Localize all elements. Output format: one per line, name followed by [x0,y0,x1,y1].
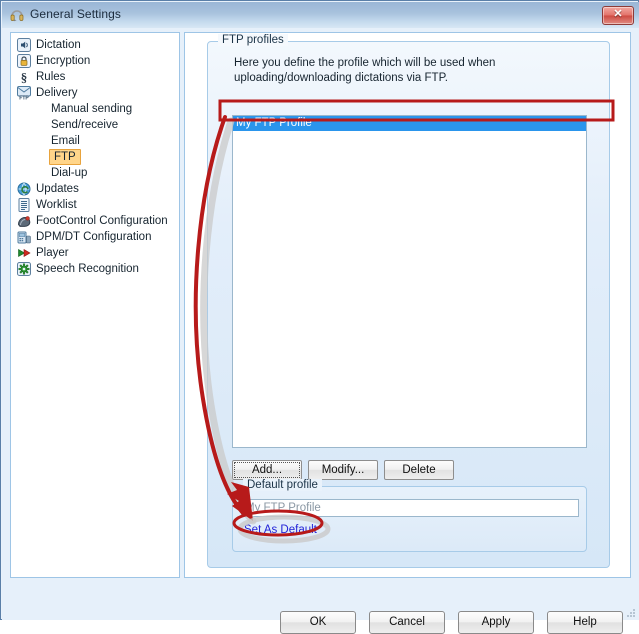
sidebar-item-label: FTP [49,149,81,165]
ok-button[interactable]: OK [280,611,356,634]
globe-refresh-icon [17,182,31,196]
sidebar-item-label: Delivery [36,87,78,99]
window-title: General Settings [30,7,121,21]
profile-list[interactable]: My FTP Profile [232,115,587,448]
sidebar-item-player[interactable]: Player [11,245,179,261]
help-button[interactable]: Help [547,611,623,634]
add-button[interactable]: Add... [232,460,302,480]
content-panel: FTP profiles Here you define the profile… [184,32,631,578]
sidebar-item-label: Updates [36,183,79,195]
sidebar-item-label: Encryption [36,55,91,67]
list-document-icon [17,198,31,212]
sidebar-item-label: FootControl Configuration [36,215,168,227]
settings-tree[interactable]: Dictation Encryption § Rules FTP Delivery Manu… [10,32,180,578]
sidebar-item-footcontrol-configuration[interactable]: FootControl Configuration [11,213,179,229]
padlock-icon [17,54,31,68]
add-button-label: Add... [251,464,283,476]
default-profile-group-title: Default profile [243,479,322,491]
cancel-button[interactable]: Cancel [369,611,445,634]
sidebar-item-label: Send/receive [51,119,119,131]
ok-button-label: OK [309,616,327,628]
cancel-button-label: Cancel [389,616,425,628]
sidebar-item-label: Worklist [36,199,77,211]
foot-pedal-icon [17,214,31,228]
ftp-envelope-icon: FTP [17,86,31,102]
list-item-label: My FTP Profile [236,117,312,129]
sidebar-item-delivery[interactable]: FTP Delivery [11,85,179,102]
default-profile-field[interactable]: My FTP Profile [241,499,579,517]
play-arrow-icon [17,246,31,260]
ftp-profiles-group-title: FTP profiles [218,34,288,46]
headset-icon [9,7,25,23]
sidebar-item-manual-sending[interactable]: Manual sending [11,101,179,117]
close-button[interactable]: ✕ [602,6,634,25]
sidebar-item-dictation[interactable]: Dictation [11,37,179,53]
sidebar-item-speech-recognition[interactable]: Speech Recognition [11,261,179,277]
apply-button[interactable]: Apply [458,611,534,634]
svg-text:§: § [21,70,28,84]
settings-window: General Settings ✕ Dictation Encryption § R… [0,0,639,634]
sidebar-item-label: Speech Recognition [36,263,139,275]
modify-button[interactable]: Modify... [308,460,378,480]
sidebar-item-label: Dial-up [51,167,88,179]
device-icon [17,230,31,244]
sidebar-item-label: Rules [36,71,66,83]
sidebar-item-updates[interactable]: Updates [11,181,179,197]
sidebar-item-send-receive[interactable]: Send/receive [11,117,179,133]
default-profile-group: Default profile My FTP Profile Set As De… [232,479,587,552]
delete-button[interactable]: Delete [384,460,454,480]
svg-text:FTP: FTP [19,96,29,100]
client-area: Dictation Encryption § Rules FTP Delivery Manu… [2,28,639,634]
section-sign-icon: § [17,70,31,85]
modify-button-label: Modify... [321,464,365,476]
sidebar-item-encryption[interactable]: Encryption [11,53,179,69]
sidebar-item-dial-up[interactable]: Dial-up [11,165,179,181]
speaker-icon [17,38,31,52]
sidebar-item-label: Player [36,247,69,259]
close-icon: ✕ [613,8,623,20]
apply-button-label: Apply [481,616,511,628]
sidebar-item-label: Email [51,135,80,147]
resize-grip[interactable] [624,606,636,618]
sidebar-item-ftp[interactable]: FTP [11,149,179,165]
set-as-default-link[interactable]: Set As Default [244,524,317,536]
help-button-label: Help [573,616,597,628]
sidebar-item-label: Manual sending [51,103,133,115]
ftp-profiles-group: FTP profiles Here you define the profile… [207,34,610,568]
sidebar-item-email[interactable]: Email [11,133,179,149]
sidebar-item-rules[interactable]: § Rules [11,69,179,85]
ftp-description: Here you define the profile which will b… [234,57,496,84]
green-gear-icon [17,262,31,276]
title-bar: General Settings ✕ [2,2,639,29]
delete-button-label: Delete [402,464,436,476]
sidebar-item-label: Dictation [36,39,81,51]
sidebar-item-dpm-dt-configuration[interactable]: DPM/DT Configuration [11,229,179,245]
list-item[interactable]: My FTP Profile [233,116,586,131]
sidebar-item-worklist[interactable]: Worklist [11,197,179,213]
sidebar-item-label: DPM/DT Configuration [36,231,152,243]
